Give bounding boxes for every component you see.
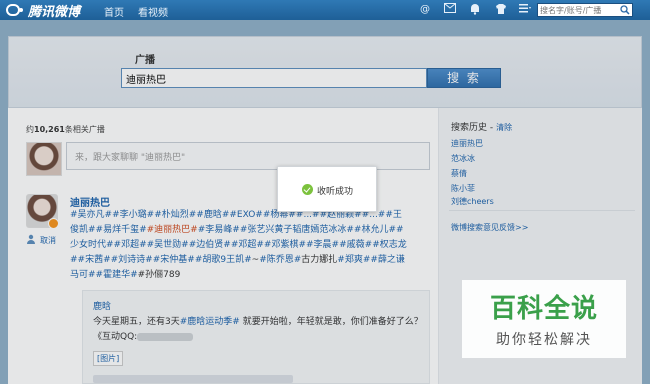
topic-tag[interactable]: #吴亦凡#: [70, 210, 112, 220]
watermark-title: 百科全说: [489, 294, 598, 324]
nav-video-link[interactable]: 看视频: [138, 4, 168, 19]
history-item[interactable]: 陈小菲: [451, 183, 475, 194]
post-text-segment: 古力娜扎: [301, 255, 338, 265]
result-count-prefix: 约: [26, 125, 34, 134]
search-panel: 广播 搜 索: [8, 36, 642, 108]
topic-tag[interactable]: #边伯贤#: [189, 240, 231, 250]
search-input[interactable]: [121, 68, 427, 88]
sidebar-divider: [449, 210, 635, 211]
topic-tag[interactable]: #宋仲基#: [153, 255, 195, 265]
topic-tag[interactable]: #邓超#: [114, 240, 147, 250]
redacted-text: [137, 332, 194, 341]
repost-author-name[interactable]: 鹿晗: [93, 299, 111, 312]
topic-tag[interactable]: #霍建华#: [96, 270, 138, 280]
repost-text: 今天星期五，还有3天#鹿晗运动季# 就要开始啦，年轻就是敢，你们准备好了么？《互…: [93, 315, 423, 345]
repost-meta-blurred: [93, 375, 293, 383]
watermark-subtitle: 助你轻松解决: [496, 332, 592, 348]
clear-history-link[interactable]: 清除: [496, 123, 512, 132]
topic-tag[interactable]: #朴灿烈#: [154, 210, 196, 220]
topic-tag[interactable]: #胡歌9王凯#: [195, 255, 252, 265]
topic-tag[interactable]: #宋茜#: [78, 255, 111, 265]
topic-tag[interactable]: #易烊千玺#: [96, 225, 147, 235]
topic-tag[interactable]: #陈乔恩#: [259, 255, 301, 265]
topic-tag[interactable]: #李易峰#: [198, 225, 240, 235]
toast-message: 收听成功: [317, 187, 354, 197]
search-history-title: 搜索历史 - 清除: [451, 120, 512, 133]
history-item[interactable]: 迪丽热巴: [451, 138, 483, 149]
topic-tag[interactable]: #吴世勋#: [147, 240, 189, 250]
notification-icon[interactable]: [468, 3, 482, 17]
mail-icon[interactable]: [443, 3, 457, 17]
vip-badge-icon: [48, 218, 59, 229]
skin-icon[interactable]: [494, 3, 508, 17]
topic-tag[interactable]: #郑爽#: [337, 255, 370, 265]
topic-tag[interactable]: #李晨#: [306, 240, 339, 250]
repost-image-link[interactable]: [图片]: [93, 351, 124, 366]
search-type-label: 广播: [135, 55, 155, 66]
unfollow-link[interactable]: 取消: [40, 235, 56, 246]
topic-tag[interactable]: #迪丽热巴#: [147, 225, 198, 235]
post-text: #吴亦凡##李小璐##朴灿烈##鹿晗##EXO##杨幂##...##赵丽颖##.…: [70, 208, 410, 283]
results-main: 约10,261条相关广播 来，跟大家聊聊 "迪丽热巴" 取消 迪丽热巴 #吴亦凡…: [8, 108, 438, 384]
reposted-message: 鹿晗 今天星期五，还有3天#鹿晗运动季# 就要开始啦，年轻就是敢，你们准备好了么…: [82, 290, 430, 384]
success-check-icon: [302, 184, 313, 195]
topic-tag[interactable]: #张艺兴黄子韬唐嫣范冰冰#: [240, 225, 354, 235]
history-item[interactable]: 刘德cheers: [451, 196, 494, 207]
history-item[interactable]: 范冰冰: [451, 153, 475, 164]
topic-tag[interactable]: #邓超#: [231, 240, 264, 250]
watermark: 百科全说 助你轻松解决: [462, 280, 626, 358]
search-history-label: 搜索历史 -: [451, 123, 494, 133]
search-button[interactable]: 搜 索: [427, 68, 501, 88]
user-avatar[interactable]: [26, 142, 62, 176]
post-author-name[interactable]: 迪丽热巴: [70, 194, 110, 209]
logo-text: 腾讯微博: [28, 4, 81, 20]
top-search-input[interactable]: [538, 4, 618, 16]
result-count-value: 10,261: [34, 125, 65, 134]
repost-topic-tag[interactable]: #鹿晗运动季#: [180, 317, 240, 327]
nav-home-link[interactable]: 首页: [104, 4, 124, 19]
menu-icon[interactable]: [518, 3, 532, 17]
topic-tag[interactable]: #EXO#: [229, 210, 262, 220]
logo-eye-icon: [6, 4, 23, 16]
result-count-suffix: 条相关广播: [64, 125, 105, 134]
search-feedback-link[interactable]: 微博搜索意见反馈>>: [451, 222, 528, 233]
topic-tag[interactable]: #李小璐#: [112, 210, 154, 220]
top-navigation-bar: 腾讯微博 首页 看视频 @: [0, 0, 650, 20]
followed-user-icon: [27, 234, 35, 244]
topic-tag[interactable]: #鹿晗#: [196, 210, 229, 220]
follow-success-toast: 收听成功: [277, 166, 377, 212]
post-text-segment: #孙俪789: [137, 270, 181, 280]
topic-tag[interactable]: #戚薇#: [339, 240, 372, 250]
history-item[interactable]: 蔡倩: [451, 168, 467, 179]
topic-tag[interactable]: #邓紫棋#: [264, 240, 306, 250]
tencent-weibo-logo[interactable]: 腾讯微博: [6, 2, 81, 20]
result-count: 约10,261条相关广播: [26, 124, 105, 135]
top-search-box[interactable]: [537, 3, 633, 17]
repost-text-before: 今天星期五，还有3天: [93, 317, 180, 327]
topic-tag[interactable]: #刘诗诗#: [111, 255, 153, 265]
search-icon[interactable]: [620, 5, 630, 15]
at-icon[interactable]: @: [418, 3, 432, 17]
topic-tag[interactable]: #林允儿#: [354, 225, 396, 235]
